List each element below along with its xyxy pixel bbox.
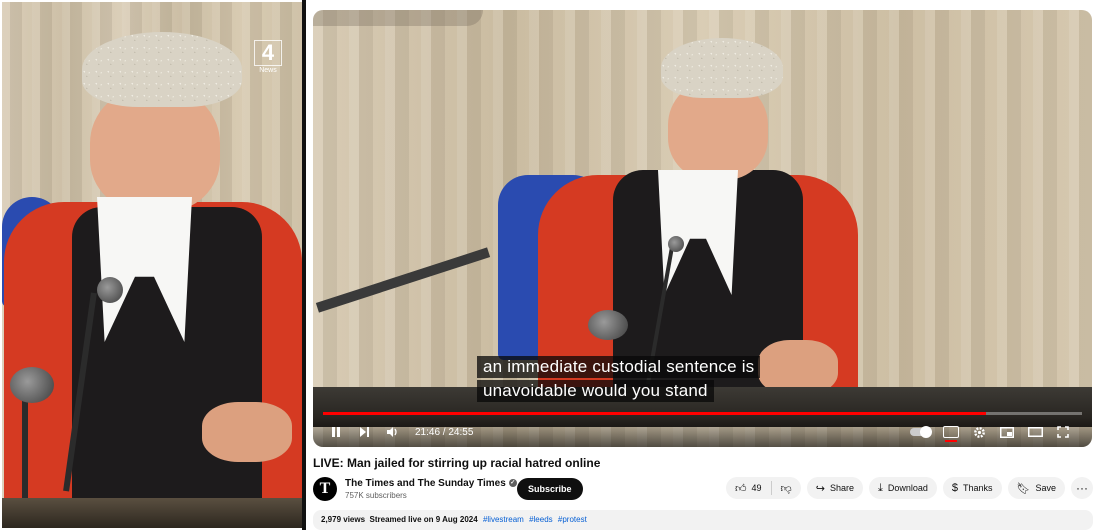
microphone-head bbox=[97, 277, 123, 303]
channel-avatar[interactable]: T bbox=[313, 477, 337, 501]
like-count: 49 bbox=[751, 483, 762, 493]
bookmark-icon: 🔖︎ bbox=[1016, 482, 1031, 495]
share-label: Share bbox=[829, 483, 854, 493]
download-label: Download bbox=[887, 483, 928, 493]
verified-icon: ✓ bbox=[508, 479, 517, 488]
caption-line-1: an immediate custodial sentence is bbox=[477, 356, 761, 378]
video-title: LIVE: Man jailed for stirring up racial … bbox=[313, 456, 601, 470]
like-dislike-group: 👍︎ 49 👎︎ bbox=[726, 477, 801, 499]
share-icon: ↪ bbox=[815, 482, 825, 495]
microphone-head-2 bbox=[10, 367, 54, 403]
judge-figure-left bbox=[2, 2, 302, 528]
clasped-hands bbox=[202, 402, 292, 462]
more-button[interactable]: ··· bbox=[1071, 477, 1093, 499]
progress-fill bbox=[323, 412, 986, 415]
logo-number: 4 bbox=[254, 40, 282, 66]
next-icon[interactable] bbox=[353, 421, 375, 443]
download-icon: ⤓ bbox=[877, 481, 883, 494]
thumbs-up-icon: 👍︎ bbox=[735, 482, 747, 495]
caption-overlay: an immediate custodial sentence is unavo… bbox=[477, 356, 761, 404]
more-icon: ··· bbox=[1076, 481, 1088, 495]
hashtag-link[interactable]: #leeds bbox=[529, 515, 553, 524]
share-button[interactable]: ↪ Share bbox=[806, 477, 863, 499]
hashtag-link[interactable]: #livestream bbox=[483, 515, 524, 524]
logo-text: News bbox=[259, 67, 277, 74]
dislike-button[interactable]: 👎︎ bbox=[772, 477, 801, 499]
subscriber-count: 757K subscribers bbox=[345, 491, 407, 500]
player-controls: 21:46 / 24:55 bbox=[313, 417, 1092, 447]
like-button[interactable]: 👍︎ 49 bbox=[726, 477, 771, 499]
volume-icon[interactable] bbox=[381, 421, 403, 443]
channel-name-text[interactable]: The Times and The Sunday Times bbox=[345, 478, 506, 489]
barrister-wig bbox=[82, 32, 242, 107]
subscribe-button[interactable]: Subscribe bbox=[517, 478, 583, 500]
channel-name[interactable]: The Times and The Sunday Times ✓ bbox=[345, 478, 517, 489]
hashtags: #livestream #leeds #protest bbox=[480, 515, 587, 524]
channel-row: T The Times and The Sunday Times ✓ 757K s… bbox=[313, 476, 1093, 504]
download-button[interactable]: ⤓ Download bbox=[868, 477, 937, 499]
save-label: Save bbox=[1035, 483, 1056, 493]
save-button[interactable]: 🔖︎ Save bbox=[1007, 477, 1065, 499]
video-player[interactable]: an immediate custodial sentence is unavo… bbox=[313, 10, 1092, 447]
barrister-wig bbox=[661, 38, 783, 98]
frame-divider bbox=[302, 0, 306, 530]
miniplayer-icon[interactable] bbox=[996, 421, 1018, 443]
autoplay-toggle-icon[interactable] bbox=[906, 421, 934, 443]
description-box[interactable]: 2,979 views Streamed live on 9 Aug 2024 … bbox=[313, 510, 1093, 530]
view-count: 2,979 views bbox=[321, 515, 366, 524]
theater-icon[interactable] bbox=[1024, 421, 1046, 443]
gear-icon[interactable] bbox=[968, 421, 990, 443]
fullscreen-icon[interactable] bbox=[1052, 421, 1074, 443]
time-display: 21:46 / 24:55 bbox=[415, 426, 474, 438]
microphone-stand-2 bbox=[22, 392, 28, 512]
bench-desk bbox=[2, 498, 302, 528]
microphone-head bbox=[668, 236, 684, 252]
hashtag-link[interactable]: #protest bbox=[558, 515, 587, 524]
monitor-arm bbox=[315, 247, 491, 313]
stream-date: Streamed live on 9 Aug 2024 bbox=[369, 515, 478, 524]
thanks-button[interactable]: $ Thanks bbox=[942, 477, 1002, 499]
captions-icon[interactable] bbox=[940, 421, 962, 443]
thanks-icon: $ bbox=[951, 482, 958, 494]
thumbs-down-icon: 👎︎ bbox=[780, 482, 792, 495]
portrait-video-frame: 4 News bbox=[2, 2, 302, 528]
microphone-head-2 bbox=[588, 310, 628, 340]
youtube-watch-page: 4 News an immediate custodial sentence i… bbox=[0, 0, 1100, 530]
thanks-label: Thanks bbox=[963, 483, 993, 493]
progress-bar[interactable] bbox=[323, 412, 1082, 415]
caption-line-2: unavoidable would you stand bbox=[477, 380, 714, 402]
channel4-news-logo: 4 News bbox=[254, 40, 282, 76]
pause-icon[interactable] bbox=[325, 421, 347, 443]
action-buttons: 👍︎ 49 👎︎ ↪ Share ⤓ Download $ Thanks 🔖︎ … bbox=[726, 477, 1093, 499]
